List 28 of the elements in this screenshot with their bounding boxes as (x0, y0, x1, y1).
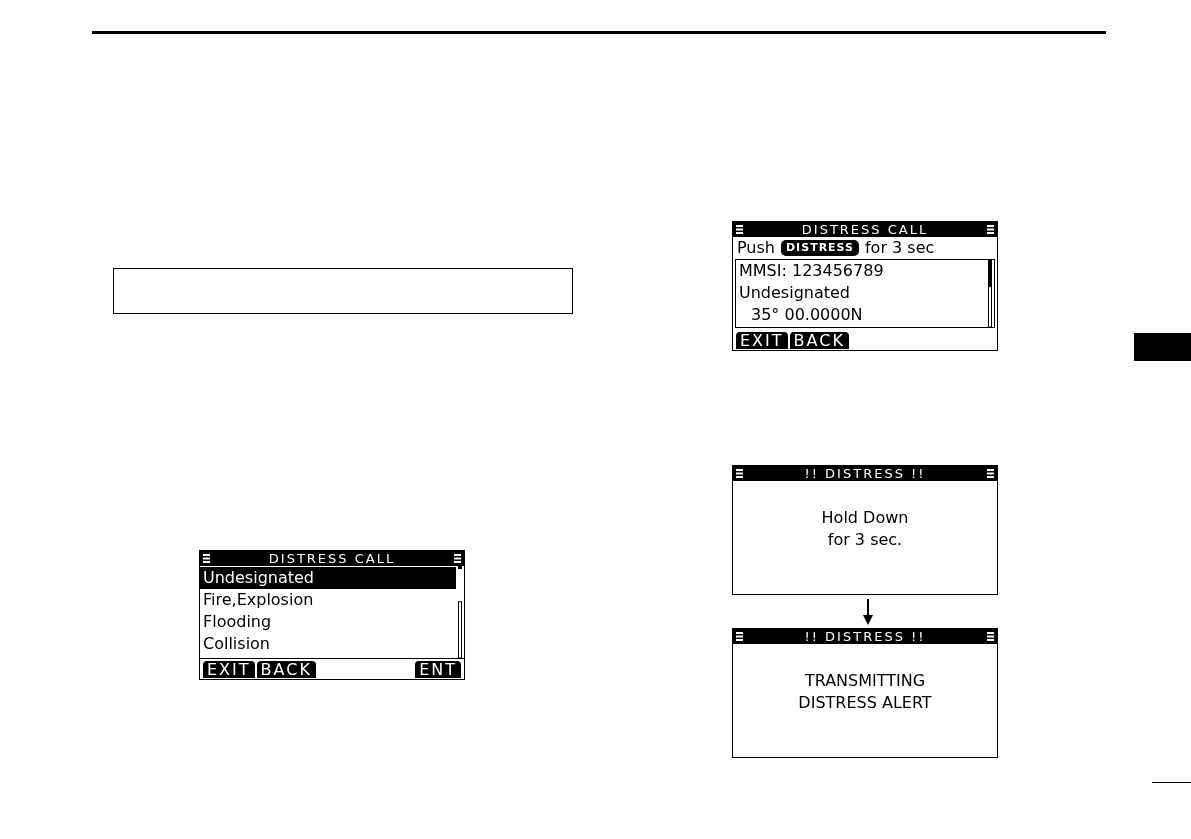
info-line: MMSI: 123456789 (739, 260, 885, 282)
screen-message: TRANSMITTING DISTRESS ALERT (798, 669, 932, 714)
info-line: 35° 00.0000N (750, 304, 864, 326)
menu-icon (203, 554, 210, 563)
screen-title: !! DISTRESS !! (804, 466, 926, 481)
screen-title: DISTRESS CALL (268, 551, 396, 566)
softkey-label: ENT (415, 661, 461, 678)
softkey-label: BACK (789, 332, 849, 349)
softkey-label: BACK (256, 661, 316, 678)
key-symbol: DISTRESS (781, 240, 859, 256)
menu-icon (736, 632, 743, 641)
info-line: Undesignated (739, 282, 851, 304)
softkey-label: EXIT (736, 332, 788, 349)
screen-title: DISTRESS CALL (801, 222, 929, 237)
prompt-text: Push (737, 238, 775, 258)
menu-icon (987, 632, 994, 641)
edge-marker (1134, 333, 1191, 361)
menu-icon (454, 554, 461, 563)
menu-icon (736, 469, 743, 478)
menu-icon (987, 225, 994, 234)
down-arrow-icon (863, 598, 873, 625)
menu-icon (736, 225, 743, 234)
menu-icon (987, 469, 994, 478)
screen-message: Hold Down for 3 sec. (821, 506, 909, 551)
screen-title: !! DISTRESS !! (804, 629, 926, 644)
prompt-text: for 3 sec (864, 238, 935, 258)
lcd-list-row: Undesignated (200, 567, 456, 589)
softkey-label: EXIT (203, 661, 255, 678)
